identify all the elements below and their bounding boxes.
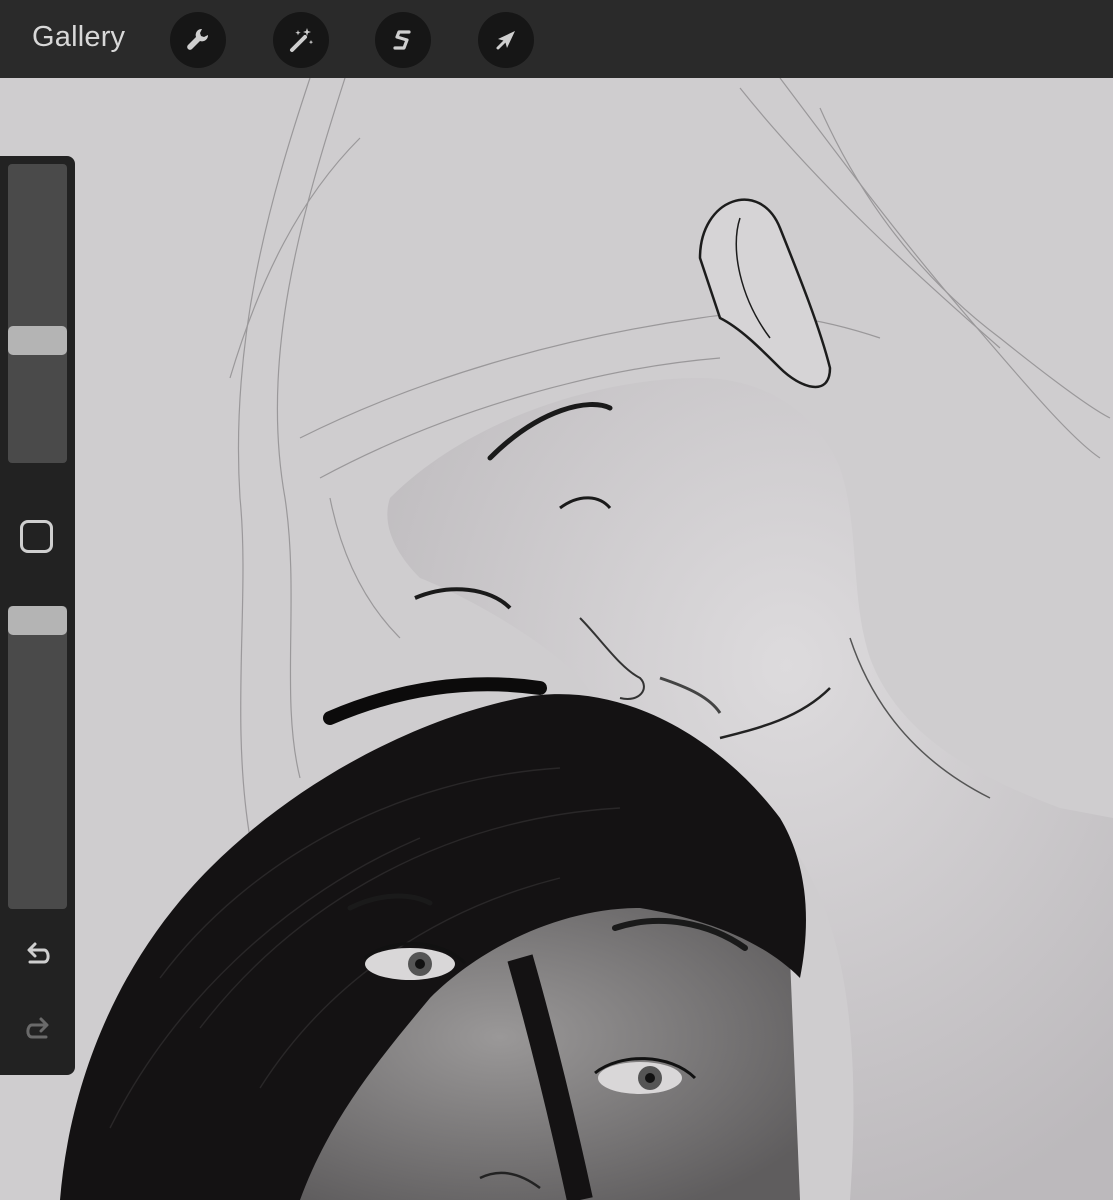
adjustments-button[interactable] bbox=[273, 12, 329, 68]
artwork bbox=[60, 78, 1113, 1200]
redo-button[interactable] bbox=[20, 1011, 56, 1047]
selection-s-icon bbox=[393, 30, 411, 50]
transform-button[interactable] bbox=[478, 12, 534, 68]
brush-sidebar bbox=[0, 156, 75, 1075]
brush-opacity-thumb[interactable] bbox=[8, 606, 67, 635]
brush-opacity-slider[interactable] bbox=[8, 606, 67, 909]
drawing-canvas[interactable] bbox=[0, 78, 1113, 1200]
magic-wand-icon bbox=[290, 28, 314, 52]
undo-arrow-icon bbox=[27, 942, 50, 964]
brush-size-slider[interactable] bbox=[8, 164, 67, 463]
modify-button[interactable] bbox=[20, 520, 53, 553]
gallery-button[interactable]: Gallery bbox=[32, 21, 125, 54]
selection-button[interactable] bbox=[375, 12, 431, 68]
wrench-icon bbox=[187, 28, 209, 50]
brush-size-thumb[interactable] bbox=[8, 326, 67, 355]
arrow-cursor-icon bbox=[496, 31, 515, 50]
actions-button[interactable] bbox=[170, 12, 226, 68]
redo-arrow-icon bbox=[26, 1017, 49, 1039]
top-toolbar: Gallery bbox=[0, 0, 1113, 78]
undo-button[interactable] bbox=[20, 936, 56, 972]
